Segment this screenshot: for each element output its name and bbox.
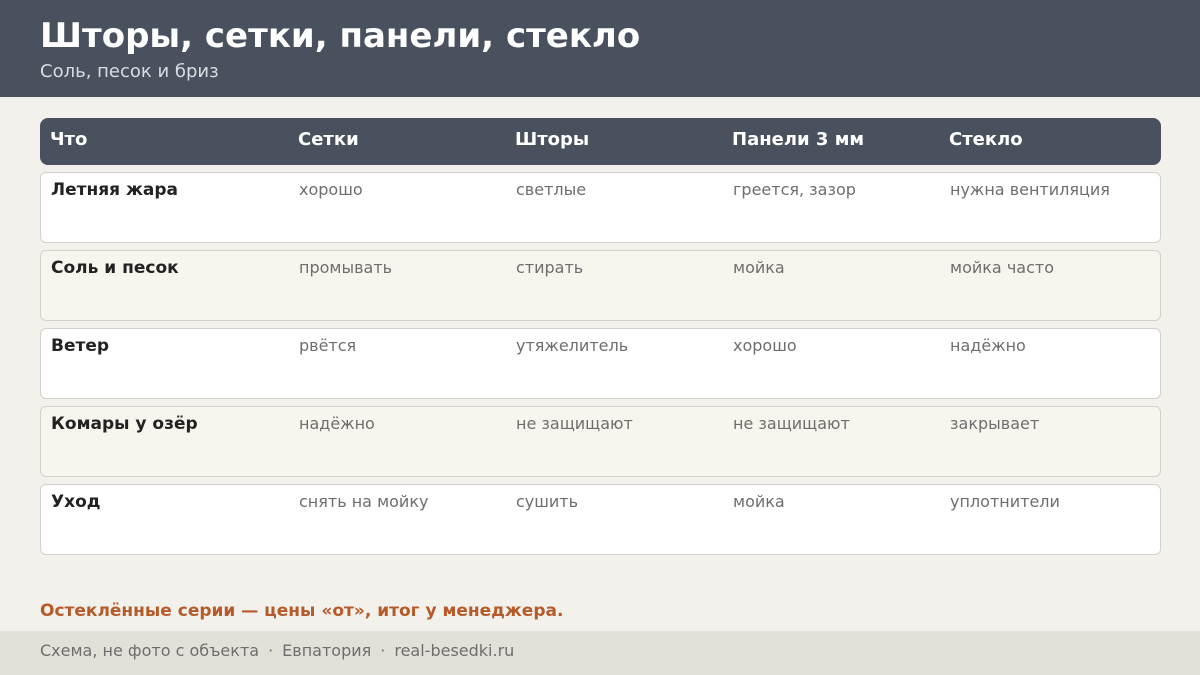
cell-curtains: стирать	[516, 258, 584, 277]
comparison-table: Что Сетки Шторы Панели 3 мм Стекло Летня…	[40, 118, 1161, 555]
page-title: Шторы, сетки, панели, стекло	[40, 16, 641, 56]
table-row-summer-heat: Летняя жара хорошо светлые греется, зазо…	[40, 172, 1161, 243]
cell-nets: рвётся	[299, 336, 357, 355]
footer-city: Евпатория	[282, 641, 372, 660]
row-label: Ветер	[51, 336, 110, 356]
table-row-wind: Ветер рвётся утяжелитель хорошо надёжно	[40, 328, 1161, 399]
table-header-row: Что Сетки Шторы Панели 3 мм Стекло	[40, 118, 1161, 165]
cell-curtains: не защищают	[516, 414, 633, 433]
cell-nets: хорошо	[299, 180, 363, 199]
cell-curtains: сушить	[516, 492, 579, 511]
table-row-mosquitoes: Комары у озёр надёжно не защищают не защ…	[40, 406, 1161, 477]
cell-panels: хорошо	[733, 336, 797, 355]
cell-nets: снять на мойку	[299, 492, 429, 511]
row-label: Уход	[51, 492, 101, 512]
cell-panels: мойка	[733, 492, 785, 511]
column-header-what: Что	[50, 129, 88, 150]
cell-glass: надёжно	[950, 336, 1026, 355]
cell-curtains: светлые	[516, 180, 587, 199]
footer-separator: ·	[268, 641, 274, 660]
column-header-curtains: Шторы	[515, 129, 590, 150]
column-header-panels: Панели 3 мм	[732, 129, 865, 150]
cell-panels: не защищают	[733, 414, 850, 433]
row-label: Комары у озёр	[51, 414, 198, 434]
footer-bar: Схема, не фото с объекта · Евпатория · real-…	[0, 631, 1200, 675]
footer-site-link[interactable]: real-besedki.ru	[394, 641, 514, 660]
cell-panels: мойка	[733, 258, 785, 277]
cell-glass: нужна вентиляция	[950, 180, 1110, 199]
page-header: Шторы, сетки, панели, стекло Соль, песок…	[0, 0, 1200, 97]
cell-nets: надёжно	[299, 414, 375, 433]
cell-nets: промывать	[299, 258, 393, 277]
table-row-salt-sand: Соль и песок промывать стирать мойка мой…	[40, 250, 1161, 321]
price-footnote: Остеклённые серии — цены «от», итог у ме…	[40, 601, 564, 621]
table-row-care: Уход снять на мойку сушить мойка уплотни…	[40, 484, 1161, 555]
cell-panels: греется, зазор	[733, 180, 856, 199]
cell-glass: закрывает	[950, 414, 1040, 433]
column-header-glass: Стекло	[949, 129, 1023, 150]
cell-curtains: утяжелитель	[516, 336, 629, 355]
cell-glass: уплотнители	[950, 492, 1060, 511]
row-label: Соль и песок	[51, 258, 179, 278]
cell-glass: мойка часто	[950, 258, 1054, 277]
footer-note: Схема, не фото с объекта	[40, 641, 260, 660]
footer-separator: ·	[380, 641, 386, 660]
row-label: Летняя жара	[51, 180, 179, 200]
column-header-nets: Сетки	[298, 129, 359, 150]
page-subtitle: Соль, песок и бриз	[40, 61, 219, 82]
